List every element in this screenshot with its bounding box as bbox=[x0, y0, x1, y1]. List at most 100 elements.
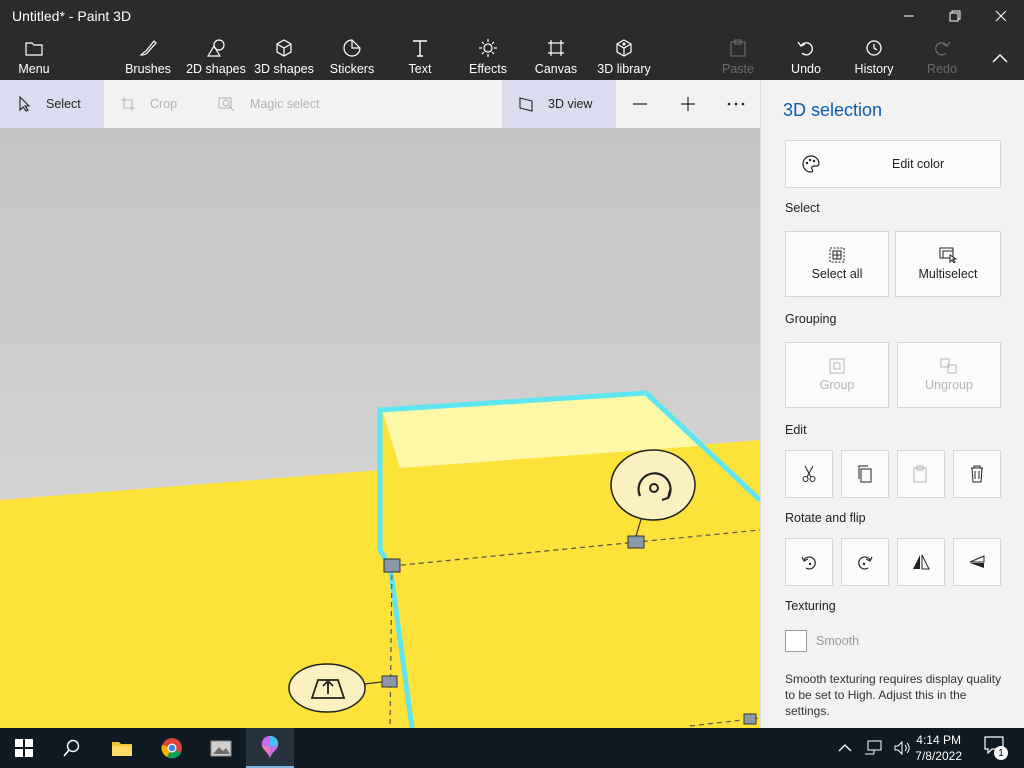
notification-center-button[interactable]: 1 bbox=[984, 736, 1008, 760]
folder-icon bbox=[112, 742, 132, 756]
history-icon bbox=[866, 40, 882, 56]
corner-handle[interactable] bbox=[383, 558, 401, 573]
ungroup-icon bbox=[940, 358, 958, 374]
flip-horizontal-button[interactable] bbox=[897, 538, 945, 586]
3d-library-icon bbox=[616, 39, 632, 57]
restore-button[interactable] bbox=[932, 0, 978, 32]
depth-control[interactable] bbox=[288, 663, 366, 713]
edit-color-label: Edit color bbox=[892, 157, 945, 171]
chrome-button[interactable] bbox=[148, 728, 196, 768]
close-icon bbox=[995, 10, 1007, 22]
rotate-section-label: Rotate and flip bbox=[785, 511, 866, 525]
paint-3d-taskbar-button[interactable] bbox=[246, 728, 294, 768]
ribbon: Menu Brushes 2D shapes 3D shapes Sticker… bbox=[0, 32, 1024, 80]
text-button[interactable]: Text bbox=[400, 32, 440, 80]
edge-handle[interactable] bbox=[743, 713, 757, 725]
texturing-section-label: Texturing bbox=[785, 599, 836, 613]
system-tray bbox=[838, 740, 912, 756]
group-icon bbox=[829, 358, 845, 374]
rotate-handle-anchor[interactable] bbox=[627, 535, 645, 549]
chevron-up-icon bbox=[992, 54, 1008, 63]
grouping-section-label: Grouping bbox=[785, 312, 837, 326]
flip-vertical-icon bbox=[969, 555, 985, 569]
3d-view-button[interactable]: 3D view bbox=[502, 80, 616, 128]
ungroup-button[interactable]: Ungroup bbox=[897, 342, 1001, 408]
brushes-button[interactable]: Brushes bbox=[124, 32, 172, 80]
minimize-button[interactable] bbox=[886, 0, 932, 32]
zoom-in-button[interactable] bbox=[676, 80, 700, 128]
group-label: Group bbox=[819, 378, 855, 392]
stickers-button[interactable]: Stickers bbox=[328, 32, 376, 80]
start-button[interactable] bbox=[0, 728, 48, 768]
network-icon[interactable] bbox=[864, 740, 882, 756]
3d-shapes-button[interactable]: 3D shapes bbox=[254, 32, 314, 80]
3d-scene[interactable] bbox=[0, 128, 760, 728]
restore-icon bbox=[949, 10, 961, 22]
window-title: Untitled* - Paint 3D bbox=[12, 8, 132, 24]
2d-shapes-button[interactable]: 2D shapes bbox=[186, 32, 246, 80]
ungroup-label: Ungroup bbox=[925, 378, 973, 392]
rotate-right-icon bbox=[856, 553, 874, 571]
smooth-checkbox[interactable] bbox=[785, 630, 807, 652]
crop-icon bbox=[121, 97, 135, 111]
paste-panel-button[interactable] bbox=[897, 450, 945, 498]
sun-icon bbox=[479, 39, 497, 57]
select-all-button[interactable]: Select all bbox=[785, 231, 889, 297]
canvas-area[interactable] bbox=[0, 128, 760, 728]
notification-count-badge: 1 bbox=[994, 746, 1008, 760]
more-options-button[interactable] bbox=[724, 80, 748, 128]
collapse-ribbon-button[interactable] bbox=[986, 32, 1014, 80]
paste-label: Paste bbox=[722, 62, 754, 76]
palette-icon bbox=[802, 155, 820, 173]
magic-select-button[interactable]: Magic select bbox=[218, 80, 338, 128]
clock-date: 7/8/2022 bbox=[915, 749, 962, 763]
copy-button[interactable] bbox=[841, 450, 889, 498]
3d-view-label: 3D view bbox=[548, 97, 593, 111]
effects-button[interactable]: Effects bbox=[466, 32, 510, 80]
folder-icon bbox=[25, 42, 43, 56]
title-bar: Untitled* - Paint 3D bbox=[0, 0, 1024, 32]
rotate-left-icon bbox=[800, 553, 818, 571]
redo-button[interactable]: Redo bbox=[926, 32, 958, 80]
rotate-right-button[interactable] bbox=[841, 538, 889, 586]
canvas-icon bbox=[548, 40, 564, 56]
select-tool-button[interactable]: Select bbox=[0, 80, 104, 128]
text-label: Text bbox=[408, 62, 432, 76]
3d-shapes-label: 3D shapes bbox=[254, 62, 314, 76]
select-all-icon bbox=[829, 247, 845, 263]
history-label: History bbox=[854, 62, 894, 76]
crop-tool-button[interactable]: Crop bbox=[120, 80, 200, 128]
paste-icon bbox=[913, 465, 929, 483]
3d-view-icon bbox=[519, 97, 533, 112]
chrome-icon bbox=[161, 738, 182, 759]
delete-button[interactable] bbox=[953, 450, 1001, 498]
cut-button[interactable] bbox=[785, 450, 833, 498]
menu-label: Menu bbox=[18, 62, 50, 76]
select-all-label: Select all bbox=[811, 267, 863, 281]
search-button[interactable] bbox=[48, 728, 96, 768]
taskbar: 4:14 PM 7/8/2022 1 bbox=[0, 728, 1024, 768]
paste-button[interactable]: Paste bbox=[720, 32, 756, 80]
canvas-button[interactable]: Canvas bbox=[534, 32, 578, 80]
depth-handle-anchor[interactable] bbox=[381, 675, 398, 688]
3d-library-button[interactable]: 3D library bbox=[596, 32, 652, 80]
edit-color-button[interactable]: Edit color bbox=[785, 140, 1001, 188]
canvas-label: Canvas bbox=[534, 62, 578, 76]
history-button[interactable]: History bbox=[852, 32, 896, 80]
flip-vertical-button[interactable] bbox=[953, 538, 1001, 586]
group-button[interactable]: Group bbox=[785, 342, 889, 408]
close-button[interactable] bbox=[978, 0, 1024, 32]
undo-button[interactable]: Undo bbox=[788, 32, 824, 80]
volume-icon[interactable] bbox=[894, 740, 912, 756]
rotate-left-button[interactable] bbox=[785, 538, 833, 586]
chevron-up-icon[interactable] bbox=[838, 743, 852, 753]
select-section-label: Select bbox=[785, 201, 820, 215]
menu-button[interactable]: Menu bbox=[14, 32, 54, 80]
multiselect-button[interactable]: Multiselect bbox=[895, 231, 1001, 297]
file-explorer-button[interactable] bbox=[98, 728, 146, 768]
clock[interactable]: 4:14 PM 7/8/2022 bbox=[915, 732, 962, 764]
photos-app-button[interactable] bbox=[198, 728, 246, 768]
paint-3d-icon bbox=[261, 736, 279, 758]
multiselect-label: Multiselect bbox=[918, 267, 978, 281]
zoom-out-button[interactable] bbox=[628, 80, 652, 128]
